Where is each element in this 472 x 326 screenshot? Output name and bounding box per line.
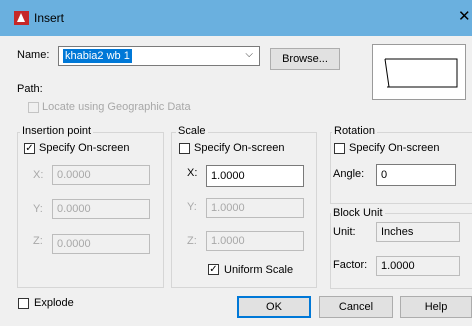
scale-x-label: X: (187, 167, 198, 179)
close-button[interactable]: ✕ (458, 9, 471, 25)
geo-checkbox[interactable] (28, 102, 39, 113)
insertion-specify-checkbox[interactable]: ✓ (24, 143, 35, 154)
window-title: Insert (34, 11, 65, 25)
block-unit-title: Block Unit (331, 207, 385, 219)
scale-specify-label: Specify On-screen (194, 142, 285, 154)
block-name-value: khabia2 wb 1 (63, 49, 132, 63)
insertion-y-label: Y: (33, 203, 43, 215)
rotation-title: Rotation (332, 125, 377, 137)
factor-label: Factor: (333, 259, 368, 271)
scale-x-field[interactable]: 1.0000 (206, 165, 304, 187)
rotation-specify-checkbox[interactable] (334, 143, 345, 154)
geo-label: Locate using Geographic Data (42, 101, 191, 113)
angle-label: Angle: (333, 168, 365, 180)
rotation-specify-label: Specify On-screen (349, 142, 440, 154)
scale-title: Scale (176, 125, 208, 137)
insertion-x-field[interactable]: 0.0000 (52, 165, 150, 185)
block-preview (372, 44, 466, 100)
title-bar: Insert ✕ (0, 0, 472, 36)
name-label: Name: (17, 49, 50, 61)
unit-field: Inches (376, 222, 460, 242)
scale-z-field[interactable]: 1.0000 (206, 231, 304, 251)
scale-specify-checkbox[interactable] (179, 143, 190, 154)
scale-z-label: Z: (187, 235, 197, 247)
explode-label: Explode (34, 297, 74, 309)
autocad-logo-icon (14, 11, 29, 25)
ok-button[interactable]: OK (237, 296, 311, 318)
unit-label: Unit: (333, 226, 356, 238)
uniform-scale-checkbox[interactable]: ✓ (208, 264, 219, 275)
insertion-specify-label: Specify On-screen (39, 142, 130, 154)
scale-y-label: Y: (187, 201, 197, 213)
browse-button[interactable]: Browse... (270, 48, 340, 70)
block-preview-shape-icon (384, 58, 458, 88)
explode-checkbox[interactable] (18, 298, 29, 309)
cancel-button[interactable]: Cancel (319, 296, 393, 318)
insertion-z-field[interactable]: 0.0000 (52, 234, 150, 254)
chevron-down-icon[interactable]: ⌵ (245, 49, 253, 60)
uniform-scale-label: Uniform Scale (224, 264, 294, 276)
insertion-y-field[interactable]: 0.0000 (52, 199, 150, 219)
insertion-x-label: X: (33, 169, 44, 181)
angle-field[interactable]: 0 (376, 164, 456, 186)
path-label: Path: (17, 83, 43, 95)
insertion-point-title: Insertion point (20, 125, 94, 137)
scale-y-field[interactable]: 1.0000 (206, 198, 304, 218)
factor-field: 1.0000 (376, 256, 460, 276)
help-button[interactable]: Help (400, 296, 472, 318)
insertion-z-label: Z: (33, 235, 43, 247)
block-name-combobox[interactable]: khabia2 wb 1 ⌵ (58, 46, 260, 66)
